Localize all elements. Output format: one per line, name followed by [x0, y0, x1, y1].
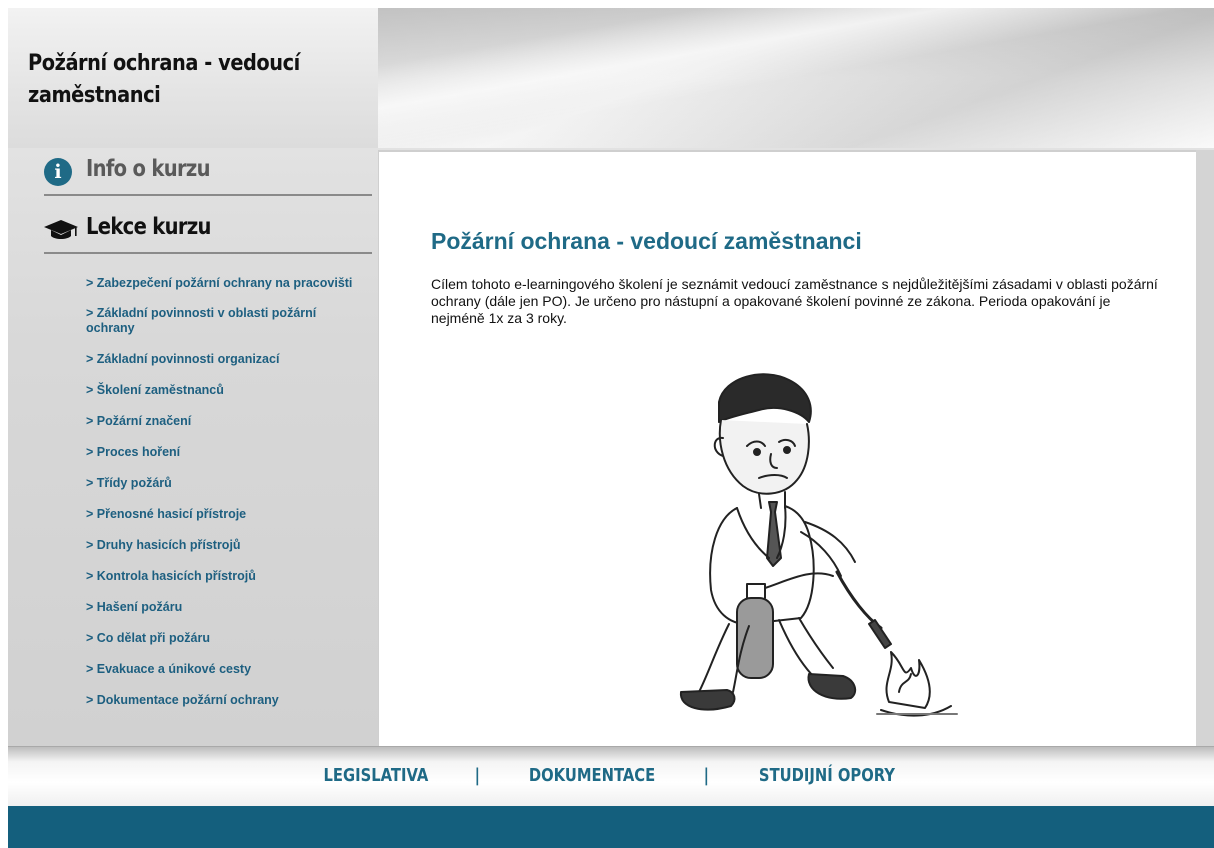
firefighter-illustration	[679, 373, 958, 717]
lesson-item[interactable]: > Zabezpečení požární ochrany na pracovi…	[86, 276, 366, 291]
lesson-item[interactable]: > Co dělat při požáru	[86, 631, 366, 646]
lesson-item[interactable]: > Dokumentace požární ochrany	[86, 693, 366, 708]
content-description: Cílem tohoto e-learningového školení je …	[431, 276, 1158, 326]
lesson-item[interactable]: > Základní povinnosti organizací	[86, 352, 366, 367]
footer-link-documentation[interactable]: DOKUMENTACE	[529, 765, 655, 786]
sidebar: i Info o kurzu Lekce kurzu > Zabezpečení…	[8, 148, 378, 748]
graduation-cap-icon	[44, 220, 78, 239]
lesson-item[interactable]: > Evakuace a únikové cesty	[86, 662, 366, 677]
scrollbar-track[interactable]	[1196, 150, 1214, 748]
info-icon: i	[44, 158, 72, 186]
lesson-item[interactable]: > Druhy hasicích přístrojů	[86, 538, 366, 553]
sidebar-item-lessons[interactable]: Lekce kurzu	[44, 210, 372, 254]
lesson-item[interactable]: > Požární značení	[86, 414, 366, 429]
lesson-item[interactable]: > Hašení požáru	[86, 600, 366, 615]
footer-link-legislation[interactable]: LEGISLATIVA	[323, 765, 428, 786]
footer-link-study-materials[interactable]: STUDIJNÍ OPORY	[759, 765, 895, 786]
lesson-item[interactable]: > Kontrola hasicích přístrojů	[86, 569, 366, 584]
sidebar-item-info[interactable]: i Info o kurzu	[44, 152, 372, 196]
lesson-list: > Zabezpečení požární ochrany na pracovi…	[86, 276, 366, 708]
footer-links: LEGISLATIVA | DOKUMENTACE | STUDIJNÍ OPO…	[8, 765, 1214, 786]
footer-bar	[8, 806, 1214, 848]
sidebar-lessons-label: Lekce kurzu	[86, 214, 211, 240]
site-title: Požární ochrana - vedoucí zaměstnanci	[28, 51, 300, 108]
content-title: Požární ochrana - vedoucí zaměstnanci	[431, 228, 862, 254]
footer-separator: |	[703, 765, 710, 786]
sidebar-info-label: Info o kurzu	[86, 156, 211, 182]
lesson-item[interactable]: > Základní povinnosti v oblasti požární …	[86, 306, 366, 336]
footer-separator: |	[474, 765, 481, 786]
lesson-item[interactable]: > Třídy požárů	[86, 476, 366, 491]
header-banner: Požární ochrana - vedoucí zaměstnanci	[8, 8, 1214, 148]
banner-background	[378, 8, 1214, 148]
footer-nav: LEGISLATIVA | DOKUMENTACE | STUDIJNÍ OPO…	[8, 746, 1214, 806]
lesson-item[interactable]: > Školení zaměstnanců	[86, 383, 366, 398]
lesson-item[interactable]: > Proces hoření	[86, 445, 366, 460]
content-panel: Požární ochrana - vedoucí zaměstnanci Cí…	[378, 150, 1196, 748]
app-window: Požární ochrana - vedoucí zaměstnanci i …	[8, 8, 1214, 848]
lesson-item[interactable]: > Přenosné hasicí přístroje	[86, 507, 366, 522]
